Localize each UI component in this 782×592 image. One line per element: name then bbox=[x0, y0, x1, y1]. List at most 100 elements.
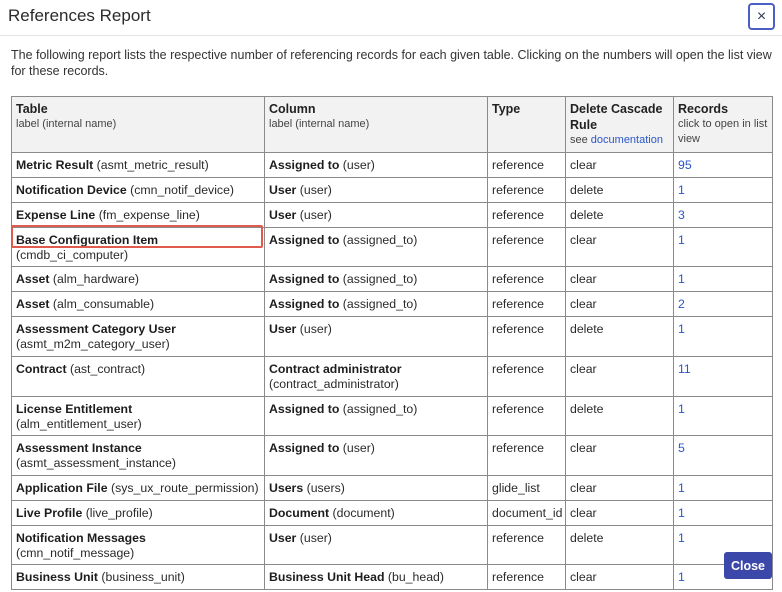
cell-column: Business Unit Head (bu_head) bbox=[264, 564, 488, 590]
table-internal-name: (alm_entitlement_user) bbox=[16, 417, 142, 431]
records-link[interactable]: 1 bbox=[678, 402, 685, 416]
column-label: User bbox=[269, 183, 297, 197]
records-link[interactable]: 1 bbox=[678, 531, 685, 545]
cell-records: 1 bbox=[673, 177, 773, 203]
header-type-title: Type bbox=[492, 102, 521, 116]
cell-table: Assessment Instance (asmt_assessment_ins… bbox=[11, 435, 265, 476]
records-link[interactable]: 5 bbox=[678, 441, 685, 455]
table-label: Asset bbox=[16, 272, 50, 286]
cell-type: reference bbox=[487, 227, 566, 267]
records-link[interactable]: 1 bbox=[678, 481, 685, 495]
records-link[interactable]: 1 bbox=[678, 272, 685, 286]
cell-table: Live Profile (live_profile) bbox=[11, 500, 265, 526]
cell-type: reference bbox=[487, 435, 566, 476]
table-label: Asset bbox=[16, 297, 50, 311]
cell-column: Assigned to (assigned_to) bbox=[264, 291, 488, 317]
cell-delete-rule: clear bbox=[565, 152, 674, 178]
records-link[interactable]: 1 bbox=[678, 183, 685, 197]
cell-delete-rule: clear bbox=[565, 435, 674, 476]
header-table-sub: label (internal name) bbox=[16, 118, 117, 130]
records-link[interactable]: 3 bbox=[678, 208, 685, 222]
cell-type: glide_list bbox=[487, 475, 566, 501]
column-label: User bbox=[269, 531, 297, 545]
close-button[interactable]: Close bbox=[724, 552, 772, 579]
table-internal-name: (business_unit) bbox=[98, 570, 185, 584]
cell-delete-rule: clear bbox=[565, 500, 674, 526]
column-label: Business Unit Head bbox=[269, 570, 385, 584]
header-column-sub: label (internal name) bbox=[269, 118, 370, 130]
cell-records: 2 bbox=[673, 291, 773, 317]
cell-type: reference bbox=[487, 291, 566, 317]
table-label: Base Configuration Item bbox=[16, 233, 159, 247]
table-internal-name: (asmt_assessment_instance) bbox=[16, 456, 176, 470]
header-column: Column label (internal name) bbox=[264, 96, 488, 153]
column-internal-name: (user) bbox=[296, 183, 332, 197]
table-internal-name: (cmdb_ci_computer) bbox=[16, 248, 129, 262]
column-label: User bbox=[269, 208, 297, 222]
cell-column: Assigned to (user) bbox=[264, 435, 488, 476]
cell-type: document_id bbox=[487, 500, 566, 526]
cell-type: reference bbox=[487, 316, 566, 357]
header-rule-title: Delete Cascade Rule bbox=[570, 102, 663, 132]
table-internal-name: (alm_hardware) bbox=[49, 272, 140, 286]
cell-records: 95 bbox=[673, 152, 773, 178]
cell-type: reference bbox=[487, 564, 566, 590]
column-internal-name: (user) bbox=[296, 322, 332, 336]
header-rule-sub: see documentation bbox=[570, 133, 669, 148]
cell-column: Assigned to (assigned_to) bbox=[264, 227, 488, 267]
header-records: Records click to open in list view bbox=[673, 96, 773, 153]
table-row: Notification Device (cmn_notif_device) Us… bbox=[11, 177, 773, 203]
records-link[interactable]: 1 bbox=[678, 322, 685, 336]
records-link[interactable]: 11 bbox=[678, 362, 691, 376]
cell-delete-rule: clear bbox=[565, 356, 674, 397]
table-row: Asset (alm_hardware) Assigned to (assigne… bbox=[11, 266, 773, 292]
cell-column: Users (users) bbox=[264, 475, 488, 501]
cell-delete-rule: delete bbox=[565, 396, 674, 436]
records-link[interactable]: 95 bbox=[678, 158, 692, 172]
table-internal-name: (asmt_m2m_category_user) bbox=[16, 337, 170, 351]
table-label: Business Unit bbox=[16, 570, 98, 584]
records-link[interactable]: 1 bbox=[678, 570, 685, 584]
cell-records: 1 bbox=[673, 396, 773, 436]
table-internal-name: (fm_expense_line) bbox=[95, 208, 200, 222]
column-label: Assigned to bbox=[269, 402, 340, 416]
cell-type: reference bbox=[487, 525, 566, 565]
cell-delete-rule: clear bbox=[565, 227, 674, 267]
cell-delete-rule: delete bbox=[565, 316, 674, 357]
table-label: Notification Messages bbox=[16, 531, 146, 545]
cell-delete-rule: delete bbox=[565, 525, 674, 565]
column-label: User bbox=[269, 322, 297, 336]
cell-records: 3 bbox=[673, 202, 773, 228]
table-internal-name: (live_profile) bbox=[82, 506, 153, 520]
cell-column: User (user) bbox=[264, 525, 488, 565]
cell-table: Notification Messages (cmn_notif_message… bbox=[11, 525, 265, 565]
table-label: License Entitlement bbox=[16, 402, 133, 416]
table-header-row: Table label (internal name) Column label… bbox=[11, 96, 773, 153]
table-internal-name: (asmt_metric_result) bbox=[93, 158, 209, 172]
header-column-title: Column bbox=[269, 102, 316, 116]
column-internal-name: (user) bbox=[296, 531, 332, 545]
cell-column: User (user) bbox=[264, 177, 488, 203]
table-row: Live Profile (live_profile) Document (doc… bbox=[11, 500, 773, 526]
cell-delete-rule: clear bbox=[565, 564, 674, 590]
records-link[interactable]: 2 bbox=[678, 297, 685, 311]
table-row: Expense Line (fm_expense_line) User (user… bbox=[11, 202, 773, 228]
table-label: Metric Result bbox=[16, 158, 94, 172]
header-rule-sub-prefix: see bbox=[570, 134, 591, 146]
records-link[interactable]: 1 bbox=[678, 233, 685, 247]
column-label: Contract administrator bbox=[269, 362, 402, 376]
cell-delete-rule: clear bbox=[565, 291, 674, 317]
records-link[interactable]: 1 bbox=[678, 506, 685, 520]
column-internal-name: (assigned_to) bbox=[339, 272, 418, 286]
table-row: Assessment Instance (asmt_assessment_ins… bbox=[11, 435, 773, 476]
table-internal-name: (sys_ux_route_permission) bbox=[107, 481, 259, 495]
cell-type: reference bbox=[487, 152, 566, 178]
column-internal-name: (user) bbox=[339, 158, 375, 172]
cell-delete-rule: clear bbox=[565, 475, 674, 501]
column-internal-name: (user) bbox=[339, 441, 375, 455]
documentation-link[interactable]: documentation bbox=[591, 134, 663, 146]
column-internal-name: (document) bbox=[329, 506, 395, 520]
close-icon[interactable]: × bbox=[748, 3, 775, 30]
column-label: Assigned to bbox=[269, 158, 340, 172]
column-internal-name: (contract_administrator) bbox=[269, 377, 399, 391]
